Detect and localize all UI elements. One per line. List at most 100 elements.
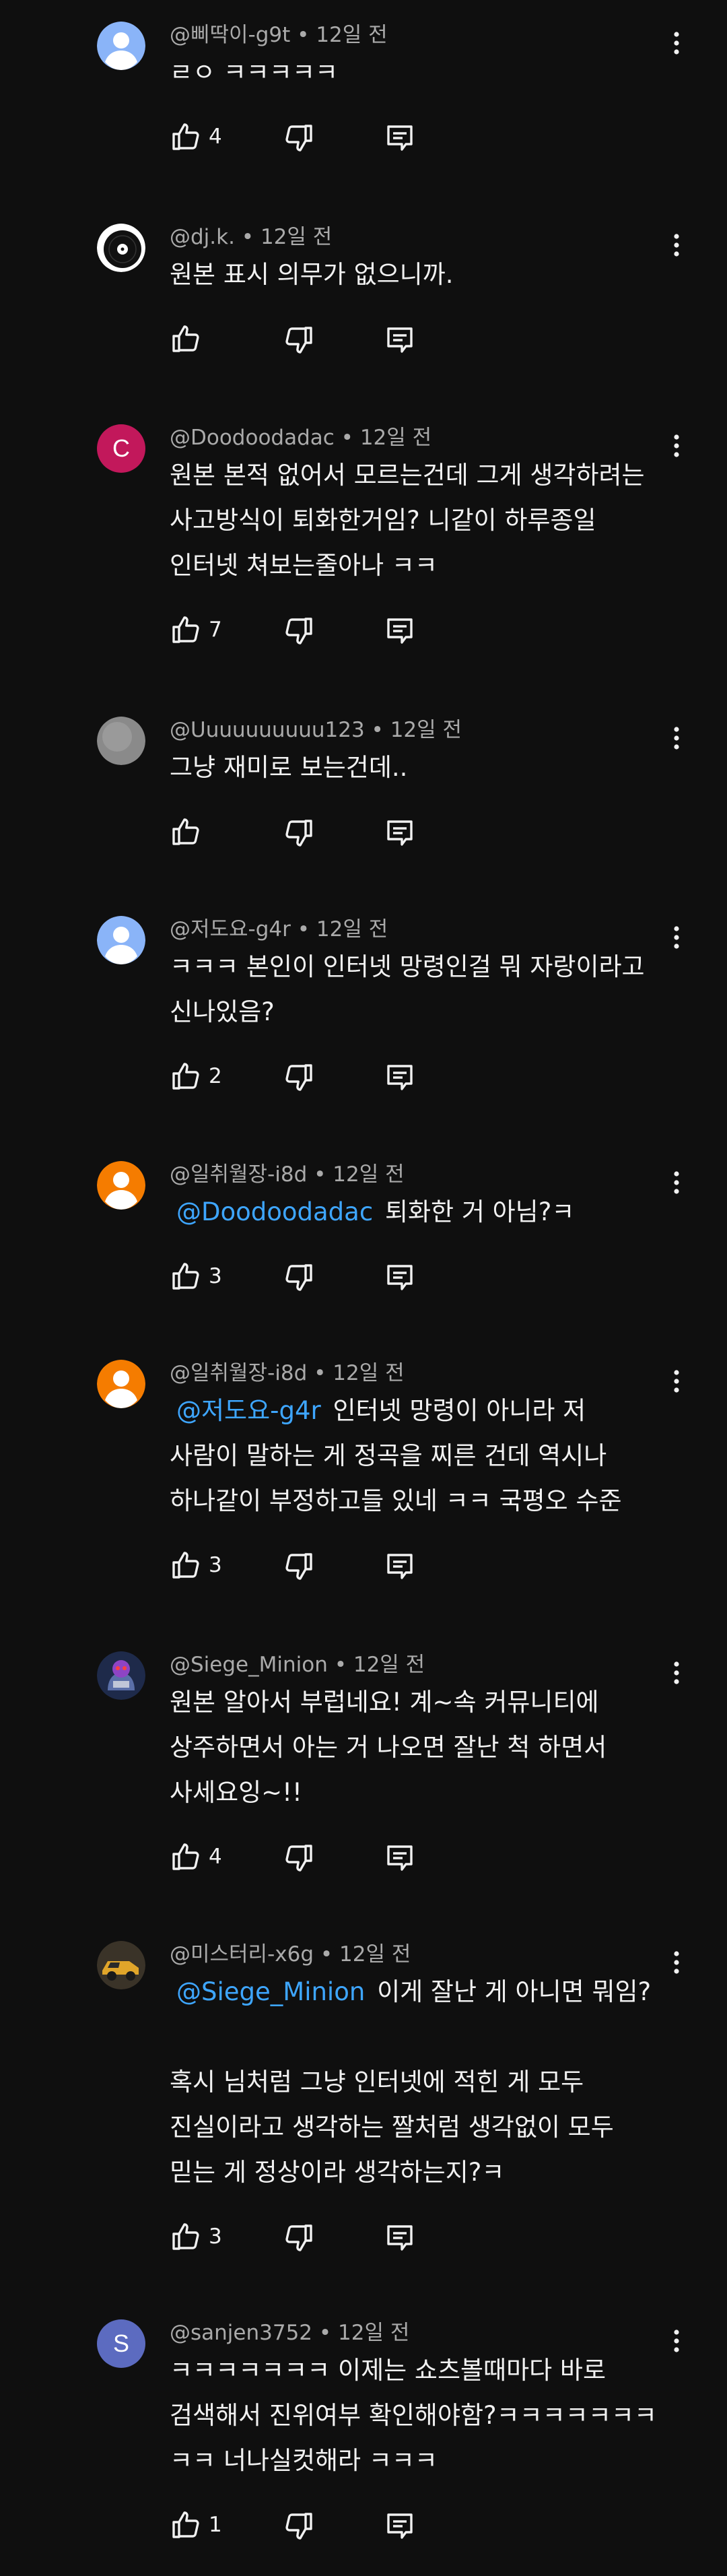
mention-link[interactable]: @저도요-g4r — [176, 1396, 321, 1425]
mention-link[interactable]: @Siege_Minion — [176, 1977, 365, 2006]
comment-time[interactable]: 12일 전 — [338, 2321, 409, 2345]
comment-time[interactable]: 12일 전 — [353, 1653, 425, 1677]
dislike-icon[interactable] — [283, 122, 315, 154]
avatar[interactable]: C — [97, 424, 145, 473]
comment-line: ㅋㅋ 너나실컷해라 ㅋㅋㅋ — [170, 2438, 681, 2483]
avatar[interactable] — [97, 1161, 145, 1210]
meta-separator: • — [234, 225, 261, 249]
comment-time[interactable]: 12일 전 — [261, 225, 332, 249]
comment-meta: @Siege_Minion • 12일 전 — [170, 1651, 425, 1678]
comment-meta: @dj.k. • 12일 전 — [170, 224, 332, 251]
comment-line: 신나있음? — [170, 989, 681, 1034]
comment-text-segment: ㅋㅋㅋ 본인이 인터넷 망령인걸 뭐 자랑이라고 — [170, 952, 645, 981]
comment-text: ㅋㅋㅋ 본인이 인터넷 망령인걸 뭐 자랑이라고신나있음? — [170, 944, 681, 1034]
avatar[interactable] — [97, 1651, 145, 1700]
comment-text-segment: 진실이라고 생각하는 짤처럼 생각없이 모두 — [170, 2113, 614, 2142]
dislike-icon[interactable] — [283, 615, 315, 647]
comment-actions: 2 — [170, 1060, 439, 1100]
reply-icon[interactable] — [384, 615, 416, 647]
comment-author[interactable]: @일취월장-i8d — [170, 1361, 307, 1385]
comment-author[interactable]: @Uuuuuuuuuu123 — [170, 718, 365, 742]
avatar[interactable] — [97, 916, 145, 964]
dislike-icon[interactable] — [283, 2222, 315, 2254]
comment-line — [170, 2014, 681, 2059]
like-icon[interactable] — [170, 121, 202, 153]
dislike-icon[interactable] — [283, 1550, 315, 1583]
dislike-icon[interactable] — [283, 1061, 315, 1094]
comment-time[interactable]: 12일 전 — [333, 1162, 404, 1187]
meta-separator: • — [327, 1653, 353, 1677]
avatar[interactable] — [97, 22, 145, 70]
comment-text-segment: ㅋㅋ 너나실컷해라 ㅋㅋㅋ — [170, 2446, 438, 2475]
like-count: 7 — [209, 618, 222, 642]
like-icon[interactable] — [170, 2509, 202, 2541]
avatar[interactable] — [97, 1941, 145, 1989]
comment-text: 원본 본적 없어서 모르는건데 그게 생각하려는 사고방식이 퇴화한거임? 니같이… — [170, 453, 681, 588]
comment-line: ㅋㅋㅋㅋㅋㅋㅋ 이제는 쇼츠볼때마다 바로 — [170, 2348, 681, 2393]
comment-author[interactable]: @미스터리-x6g — [170, 1942, 314, 1967]
like-count: 2 — [209, 1064, 222, 1088]
meta-separator: • — [314, 1942, 340, 1967]
like-icon[interactable] — [170, 816, 202, 848]
comment-time[interactable]: 12일 전 — [316, 917, 388, 942]
comment-text: 원본 표시 의무가 없으니까. — [170, 252, 681, 297]
like-icon[interactable] — [170, 1549, 202, 1581]
comment-text-segment: ㅋㅋㅋㅋㅋㅋㅋ 이제는 쇼츠볼때마다 바로 — [170, 2356, 607, 2385]
meta-separator: • — [312, 2321, 339, 2345]
comment-meta: @미스터리-x6g • 12일 전 — [170, 1941, 411, 1968]
comment-text: 그냥 재미로 보는건데.. — [170, 745, 681, 790]
like-icon[interactable] — [170, 1060, 202, 1092]
reply-icon[interactable] — [384, 817, 416, 849]
avatar[interactable]: S — [97, 2319, 145, 2368]
like-icon[interactable] — [170, 614, 202, 646]
dislike-icon[interactable] — [283, 2510, 315, 2542]
reply-icon[interactable] — [384, 324, 416, 356]
comment-time[interactable]: 12일 전 — [360, 426, 431, 450]
comment-author[interactable]: @dj.k. — [170, 225, 235, 249]
comment-meta: @일취월장-i8d • 12일 전 — [170, 1161, 405, 1188]
like-icon[interactable] — [170, 1841, 202, 1873]
dislike-icon[interactable] — [283, 324, 315, 356]
meta-separator: • — [364, 718, 390, 742]
comment-time[interactable]: 12일 전 — [316, 23, 387, 47]
mention-link[interactable]: @Doodoodadac — [176, 1197, 373, 1226]
comment-actions: 4 — [170, 121, 439, 161]
comment-author[interactable]: @sanjen3752 — [170, 2321, 312, 2345]
comment-author[interactable]: @저도요-g4r — [170, 917, 291, 942]
avatar[interactable] — [97, 717, 145, 765]
like-icon[interactable] — [170, 323, 202, 355]
meta-separator: • — [307, 1361, 333, 1385]
avatar[interactable] — [97, 1360, 145, 1408]
comment-author[interactable]: @Doodoodadac — [170, 426, 335, 450]
reply-icon[interactable] — [384, 2510, 416, 2542]
dislike-icon[interactable] — [283, 1261, 315, 1294]
reply-icon[interactable] — [384, 1842, 416, 1874]
reply-icon[interactable] — [384, 1261, 416, 1294]
comment-author[interactable]: @Siege_Minion — [170, 1653, 328, 1677]
comment-line: 원본 표시 의무가 없으니까. — [170, 252, 681, 297]
comment-text-segment: 혹시 님처럼 그냥 인터넷에 적힌 게 모두 — [170, 2068, 584, 2096]
comment-text-segment: 퇴화한 거 아님?ㅋ — [377, 1197, 575, 1226]
dislike-icon[interactable] — [283, 817, 315, 849]
reply-icon[interactable] — [384, 1061, 416, 1094]
comment-actions: 4 — [170, 1841, 439, 1881]
comment-line: 사세요잉~!! — [170, 1770, 681, 1815]
comment-text: @Doodoodadac 퇴화한 거 아님?ㅋ — [170, 1189, 681, 1234]
reply-icon[interactable] — [384, 2222, 416, 2254]
comment-meta: @Doodoodadac • 12일 전 — [170, 424, 431, 451]
comment-text: @Siege_Minion 이게 잘난 게 아니면 뭐임? 혹시 님처럼 그냥 … — [170, 1969, 681, 2195]
comment-time[interactable]: 12일 전 — [390, 718, 462, 742]
like-count: 4 — [209, 1845, 222, 1869]
comment-meta: @삐딱이-g9t • 12일 전 — [170, 22, 388, 48]
comment-line: 검색해서 진위여부 확인해야함?ㅋㅋㅋㅋㅋㅋㅋ — [170, 2393, 681, 2438]
like-icon[interactable] — [170, 2220, 202, 2253]
reply-icon[interactable] — [384, 122, 416, 154]
avatar[interactable] — [97, 224, 145, 272]
reply-icon[interactable] — [384, 1550, 416, 1583]
like-icon[interactable] — [170, 1260, 202, 1292]
comment-author[interactable]: @일취월장-i8d — [170, 1162, 307, 1187]
dislike-icon[interactable] — [283, 1842, 315, 1874]
comment-author[interactable]: @삐딱이-g9t — [170, 23, 290, 47]
comment-time[interactable]: 12일 전 — [333, 1361, 404, 1385]
comment-time[interactable]: 12일 전 — [339, 1942, 411, 1967]
